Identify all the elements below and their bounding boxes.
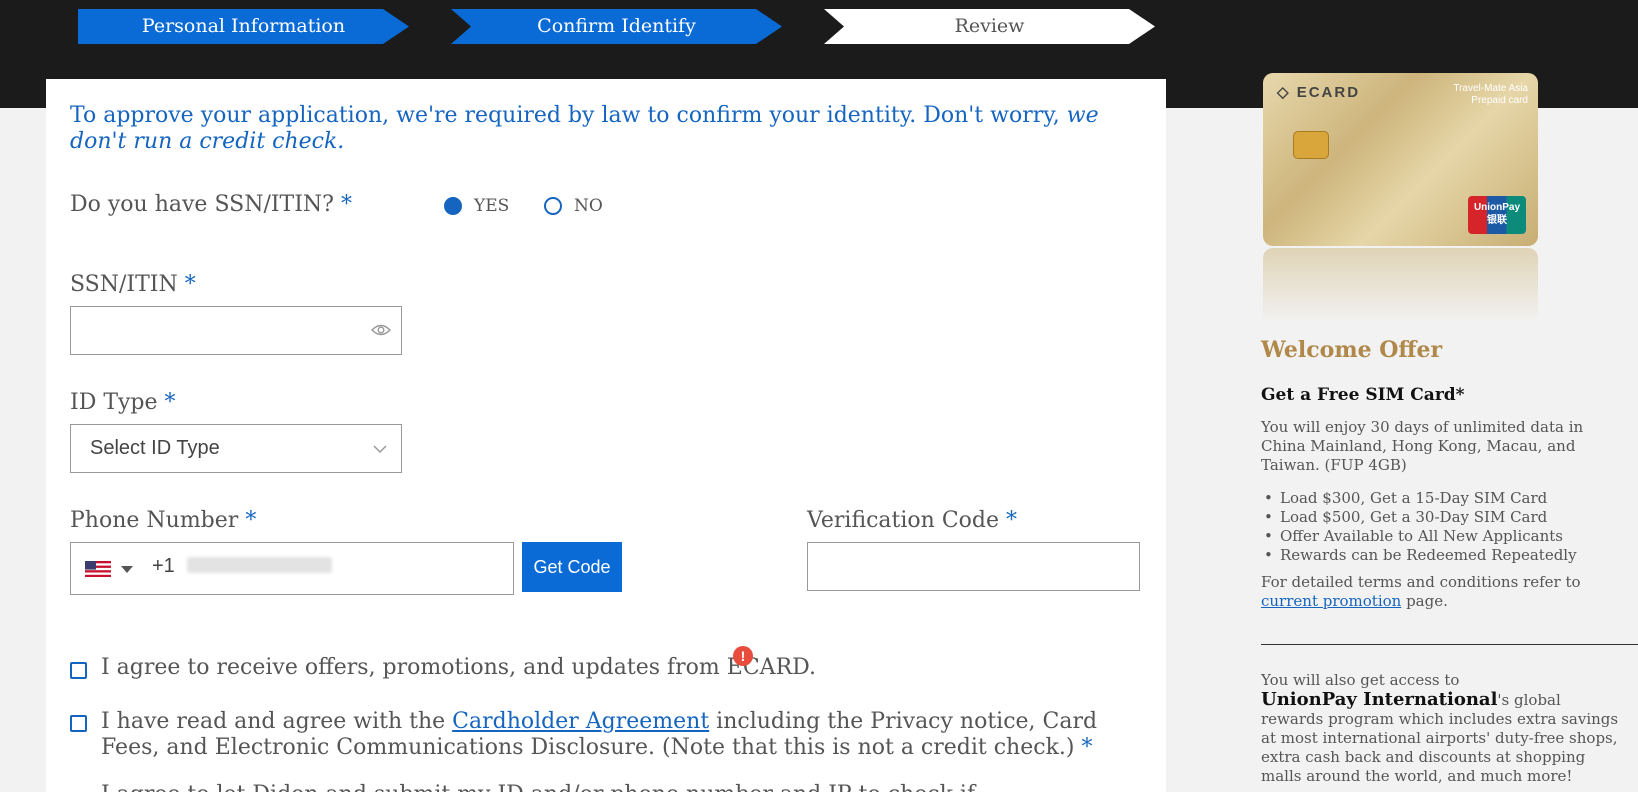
required-mark: *: [1006, 508, 1018, 533]
ssn-label: SSN/ITIN *: [70, 272, 196, 297]
unionpay-international-text: UnionPay International: [1261, 689, 1498, 710]
id-type-selected-value: Select ID Type: [90, 437, 220, 459]
radio-yes[interactable]: YES: [444, 196, 509, 216]
phone-label-text: Phone Number: [70, 508, 239, 533]
us-flag-icon: [85, 561, 111, 577]
radio-no[interactable]: NO: [544, 196, 603, 216]
list-item: Offer Available to All New Applicants: [1261, 527, 1621, 546]
offer-subtitle: Get a Free SIM Card*: [1261, 385, 1465, 405]
card-series: Travel-Mate Asia Prepaid card: [1453, 83, 1528, 107]
radio-no-label: NO: [574, 196, 603, 216]
id-type-label-text: ID Type: [70, 390, 158, 415]
step-personal-information: Personal Information: [78, 9, 409, 44]
agreement-checkbox-label: I have read and agree with the Cardholde…: [101, 709, 1101, 761]
agreement-text-pre: I have read and agree with the: [101, 709, 453, 734]
redacted-phone-number: [187, 557, 332, 573]
phone-input[interactable]: +1: [70, 542, 514, 595]
unionpay-logo: UnionPay 银联: [1468, 196, 1526, 234]
step-confirm-identify: Confirm Identify: [451, 9, 782, 44]
unionpay-chinese-text: 银联: [1487, 215, 1507, 226]
verification-code-input[interactable]: [807, 542, 1140, 591]
sidebar-divider: [1261, 644, 1638, 645]
agreement-checkbox[interactable]: [70, 715, 87, 732]
intro-text: To approve your application, we're requi…: [70, 103, 1130, 155]
intro-body: To approve your application, we're requi…: [70, 103, 1067, 128]
radio-selected-icon: [444, 197, 462, 215]
offer-description: You will enjoy 30 days of unlimited data…: [1261, 418, 1584, 474]
id-type-label: ID Type *: [70, 390, 176, 415]
chevron-down-icon: [373, 445, 387, 454]
offers-checkbox[interactable]: [70, 662, 87, 679]
terms-text: For detailed terms and conditions refer …: [1261, 573, 1621, 611]
card-brand-text: ECARD: [1296, 84, 1361, 101]
step-label: Confirm Identify: [537, 15, 696, 37]
step-label: Personal Information: [141, 15, 346, 37]
offers-checkbox-label: I agree to receive offers, promotions, a…: [101, 655, 816, 680]
id-type-select[interactable]: Select ID Type: [70, 424, 402, 473]
ssn-input[interactable]: [70, 306, 402, 355]
radio-yes-label: YES: [474, 196, 510, 216]
offer-bullets: Load $300, Get a 15-Day SIM Card Load $5…: [1261, 489, 1621, 565]
ssn-question-text: Do you have SSN/ITIN?: [70, 192, 334, 217]
list-item: Load $500, Get a 30-Day SIM Card: [1261, 508, 1621, 527]
ecard-logo: ◇ ECARD: [1277, 84, 1361, 101]
eye-icon[interactable]: [371, 323, 391, 337]
radio-unselected-icon: [544, 197, 562, 215]
terms-text-pre: For detailed terms and conditions refer …: [1261, 573, 1581, 591]
step-review: Review: [824, 9, 1155, 44]
welcome-offer-title: Welcome Offer: [1261, 337, 1443, 363]
current-promotion-link[interactable]: current promotion: [1261, 592, 1401, 610]
ssn-question-label: Do you have SSN/ITIN? *: [70, 192, 352, 217]
ecard-card-image: ◇ ECARD Travel-Mate Asia Prepaid card Un…: [1263, 73, 1538, 246]
unionpay-text: UnionPay: [1473, 202, 1521, 213]
alert-icon: !: [733, 646, 753, 666]
card-chip-icon: [1293, 131, 1329, 159]
get-code-button[interactable]: Get Code: [522, 542, 622, 592]
required-mark: *: [1081, 735, 1093, 760]
country-dropdown-icon[interactable]: [121, 566, 133, 573]
card-series-name: Travel-Mate Asia: [1453, 83, 1528, 94]
access-text-pre: You will also get access to: [1261, 671, 1460, 689]
step-label: Review: [954, 15, 1025, 37]
list-item: Rewards can be Redeemed Repeatedly: [1261, 546, 1621, 565]
required-mark: *: [340, 192, 352, 217]
ssn-label-text: SSN/ITIN: [70, 272, 178, 297]
card-reflection: [1263, 248, 1538, 323]
country-code: +1: [152, 555, 175, 577]
phone-label: Phone Number *: [70, 508, 256, 533]
verification-label: Verification Code *: [807, 508, 1017, 533]
required-mark: *: [245, 508, 257, 533]
terms-text-post: page.: [1401, 592, 1448, 610]
cardholder-agreement-link[interactable]: Cardholder Agreement: [452, 709, 709, 734]
card-series-type: Prepaid card: [1471, 95, 1528, 106]
required-mark: *: [184, 272, 196, 297]
list-item: Load $300, Get a 15-Day SIM Card: [1261, 489, 1621, 508]
cut-off-checkbox-label: I agree to let Didon and submit my ID an…: [101, 782, 995, 792]
required-mark: *: [164, 390, 176, 415]
identity-form: To approve your application, we're requi…: [46, 79, 1166, 792]
verification-label-text: Verification Code: [807, 508, 1000, 533]
unionpay-access-text: You will also get access to UnionPay Inte…: [1261, 671, 1621, 786]
